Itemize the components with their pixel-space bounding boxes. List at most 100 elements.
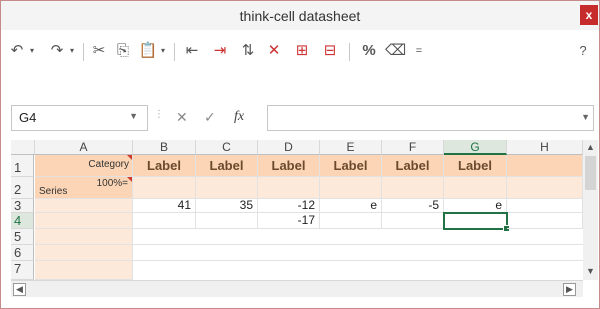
row-header-1[interactable]: 1 xyxy=(11,155,34,177)
column-header-e[interactable]: E xyxy=(320,140,382,155)
horizontal-scrollbar[interactable]: ◀ ▶ xyxy=(11,280,583,297)
row-header-2[interactable]: 2 xyxy=(11,177,34,199)
scroll-right-icon[interactable]: ▶ xyxy=(563,283,576,296)
row-header-7[interactable]: 7 xyxy=(11,261,34,280)
increase-indent-button[interactable]: ⇥ xyxy=(209,39,231,63)
window-title: think-cell datasheet xyxy=(239,8,361,24)
scroll-left-icon[interactable]: ◀ xyxy=(13,283,26,296)
paste-button[interactable]: 📋 xyxy=(138,39,158,63)
percent-button[interactable]: % xyxy=(359,39,379,63)
function-icon[interactable]: fx xyxy=(234,109,244,125)
column-header-f[interactable]: F xyxy=(382,140,444,155)
insert-button[interactable]: ⊞ xyxy=(291,39,313,63)
series-label: Series xyxy=(39,186,68,197)
decrease-indent-button[interactable]: ⇤ xyxy=(181,39,203,63)
cell-e3[interactable]: e xyxy=(320,199,382,213)
column-header-c[interactable]: C xyxy=(196,140,258,155)
transpose-button[interactable]: ⇅ xyxy=(237,39,259,63)
datasheet-window: think-cell datasheet x ↶ ▾ ↷ ▾ ✂ ⎘ 📋 ▾ ⇤… xyxy=(0,0,600,309)
row-6-cells[interactable] xyxy=(133,245,583,261)
name-box[interactable]: G4 ▼ xyxy=(11,105,148,131)
cell-d4[interactable]: -17 xyxy=(258,213,320,229)
undo-dropdown-icon[interactable]: ▾ xyxy=(27,39,37,63)
row-header-4[interactable]: 4 xyxy=(11,213,34,229)
cell-a6[interactable] xyxy=(35,245,133,261)
chevron-down-icon[interactable]: ▼ xyxy=(129,111,138,121)
toolbar-separator xyxy=(174,43,175,61)
column-header-g[interactable]: G xyxy=(444,140,507,155)
cell-b1[interactable]: Label xyxy=(133,155,196,177)
paste-dropdown-icon[interactable]: ▾ xyxy=(158,39,168,63)
category-label: Category xyxy=(88,159,129,170)
vertical-scroll-thumb[interactable] xyxy=(585,156,596,190)
select-all-corner[interactable] xyxy=(11,140,35,155)
cell-a3[interactable] xyxy=(35,199,133,213)
cell-g3[interactable]: e xyxy=(444,199,507,213)
cell-e1[interactable]: Label xyxy=(320,155,382,177)
row-header-5[interactable]: 5 xyxy=(11,229,34,245)
cell-f2[interactable] xyxy=(382,177,444,199)
cell-e2[interactable] xyxy=(320,177,382,199)
cell-h1[interactable] xyxy=(507,155,583,177)
corner-marker-icon xyxy=(127,155,132,160)
toolbar-separator xyxy=(349,43,350,61)
close-button[interactable]: x xyxy=(580,5,598,25)
cell-f3[interactable]: -5 xyxy=(382,199,444,213)
cell-a5[interactable] xyxy=(35,229,133,245)
toolbar: ↶ ▾ ↷ ▾ ✂ ⎘ 📋 ▾ ⇤ ⇥ ⇅ ✕ ⊞ ⊟ % ⌫ = ? xyxy=(1,31,599,71)
clear-format-button[interactable]: ⌫ xyxy=(385,39,406,63)
cell-a1[interactable]: Category xyxy=(35,155,133,177)
cell-a4[interactable] xyxy=(35,213,133,229)
cell-c1[interactable]: Label xyxy=(196,155,258,177)
row-header-3[interactable]: 3 xyxy=(11,199,34,213)
cell-h2[interactable] xyxy=(507,177,583,199)
enter-icon[interactable]: ✓ xyxy=(204,109,216,126)
cut-button[interactable]: ✂ xyxy=(89,39,109,63)
formula-bar-grip-icon: ⋮ xyxy=(154,109,164,120)
more-options-button[interactable]: = xyxy=(411,39,427,63)
cell-b3[interactable]: 41 xyxy=(133,199,196,213)
cell-c2[interactable] xyxy=(196,177,258,199)
chevron-down-icon[interactable]: ▼ xyxy=(581,112,590,122)
active-cell-g4[interactable] xyxy=(443,212,510,232)
cell-a7[interactable] xyxy=(35,261,133,280)
delete-button[interactable]: ✕ xyxy=(263,39,285,63)
cell-f1[interactable]: Label xyxy=(382,155,444,177)
cell-d2[interactable] xyxy=(258,177,320,199)
corner-marker-icon xyxy=(127,177,132,182)
scroll-down-icon[interactable]: ▼ xyxy=(586,266,595,276)
scroll-up-icon[interactable]: ▲ xyxy=(586,142,595,152)
cell-c3[interactable]: 35 xyxy=(196,199,258,213)
cell-b4[interactable] xyxy=(133,213,196,229)
copy-button[interactable]: ⎘ xyxy=(113,39,133,63)
row-5-cells[interactable] xyxy=(133,229,583,245)
spreadsheet-grid: A B C D E F G H 1 2 3 4 5 6 7 Category L… xyxy=(11,140,583,280)
cell-f4[interactable] xyxy=(382,213,444,229)
redo-button[interactable]: ↷ xyxy=(47,39,67,63)
row-header-6[interactable]: 6 xyxy=(11,245,34,261)
column-header-d[interactable]: D xyxy=(258,140,320,155)
cell-g2[interactable] xyxy=(444,177,507,199)
title-bar: think-cell datasheet x xyxy=(1,1,599,30)
cell-d1[interactable]: Label xyxy=(258,155,320,177)
formula-input[interactable]: ▼ xyxy=(267,105,594,131)
help-button[interactable]: ? xyxy=(573,39,593,63)
cell-g1[interactable]: Label xyxy=(444,155,507,177)
cancel-icon[interactable]: ✕ xyxy=(176,109,188,126)
name-box-value: G4 xyxy=(19,110,37,125)
vertical-scrollbar[interactable]: ▲ ▼ xyxy=(583,140,598,280)
redo-dropdown-icon[interactable]: ▾ xyxy=(67,39,77,63)
cell-d3[interactable]: -12 xyxy=(258,199,320,213)
cell-e4[interactable] xyxy=(320,213,382,229)
formula-bar: G4 ▼ ⋮ ✕ ✓ fx ▼ xyxy=(1,95,599,139)
column-header-a[interactable]: A xyxy=(35,140,133,155)
fill-button[interactable]: ⊟ xyxy=(319,39,341,63)
cell-h3[interactable] xyxy=(507,199,583,213)
cell-b2[interactable] xyxy=(133,177,196,199)
undo-button[interactable]: ↶ xyxy=(7,39,27,63)
cell-a2[interactable]: 100%= Series xyxy=(35,177,133,199)
column-header-h[interactable]: H xyxy=(507,140,583,155)
cell-h4[interactable] xyxy=(507,213,583,229)
cell-c4[interactable] xyxy=(196,213,258,229)
column-header-b[interactable]: B xyxy=(133,140,196,155)
